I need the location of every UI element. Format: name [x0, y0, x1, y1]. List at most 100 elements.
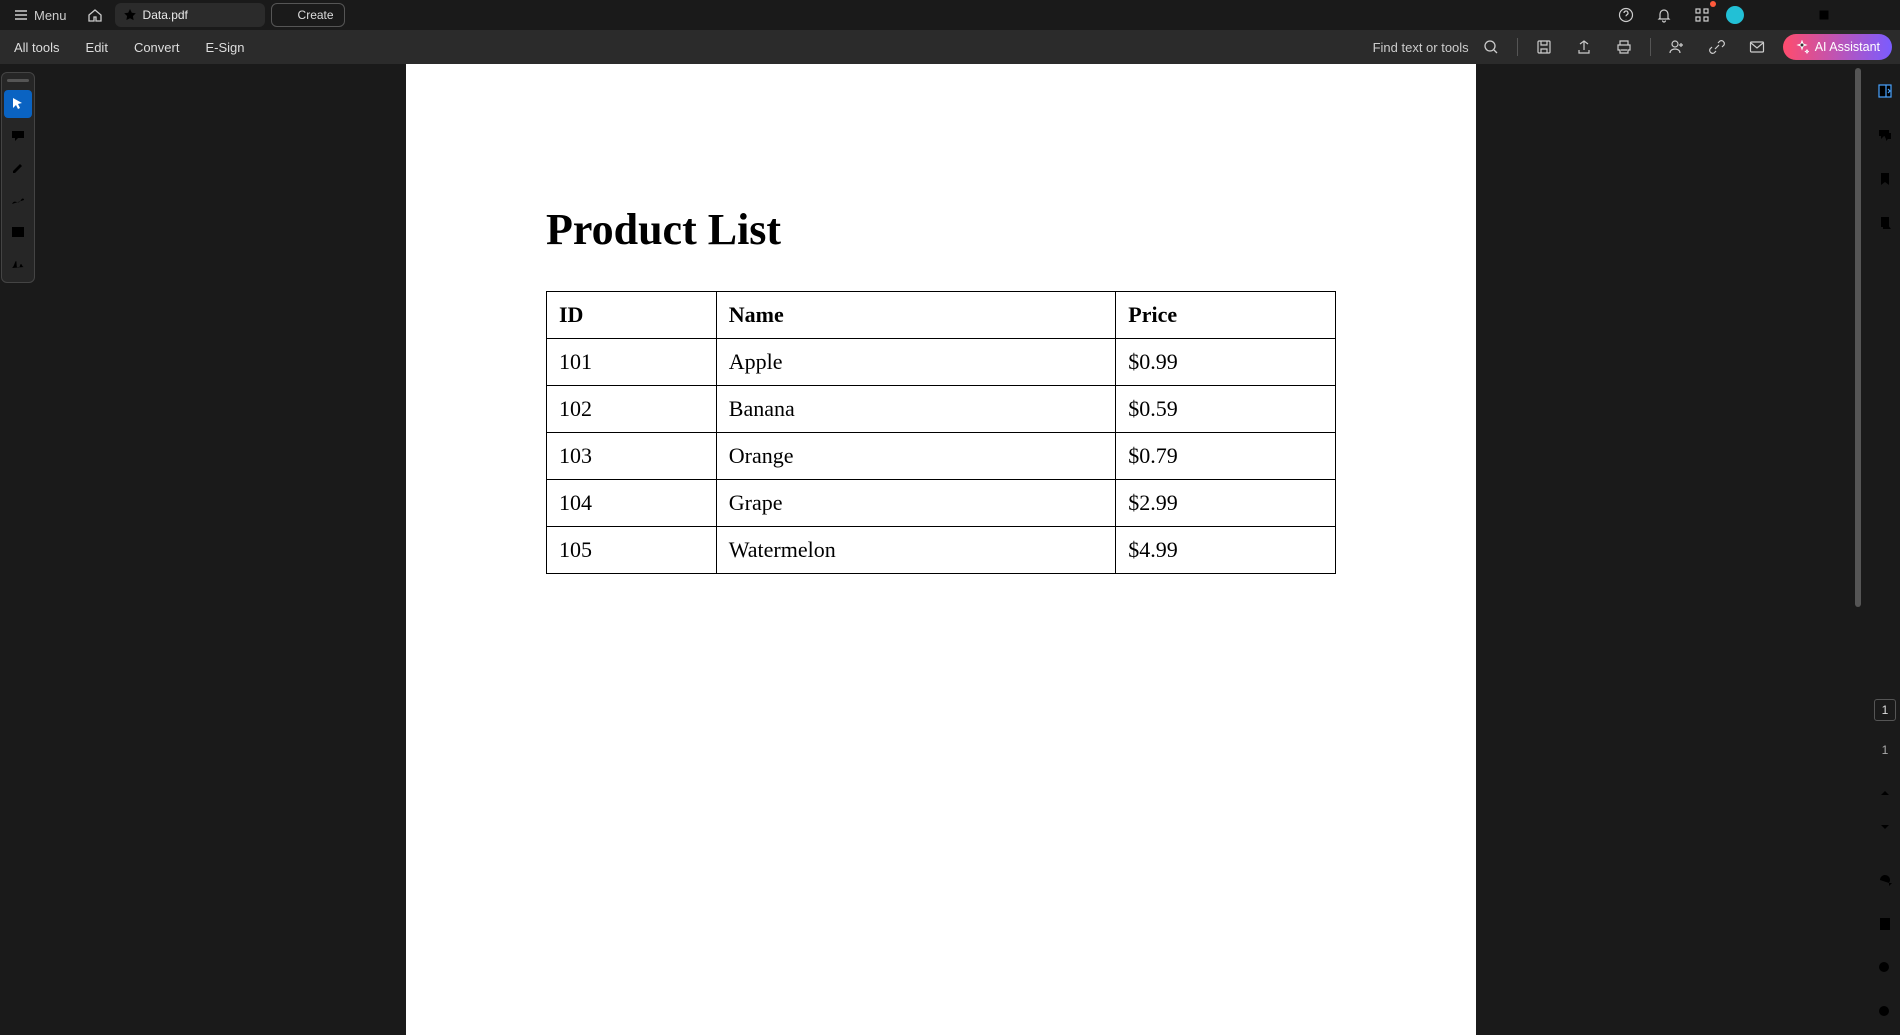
col-header-price: Price	[1116, 292, 1336, 339]
bell-icon	[1656, 7, 1672, 23]
cell-price: $0.59	[1116, 386, 1336, 433]
document-page: Product List ID Name Price 101Apple$0.99…	[406, 64, 1476, 1035]
avatar[interactable]	[1726, 6, 1744, 24]
window-minimize[interactable]	[1754, 1, 1794, 29]
notifications-button[interactable]	[1650, 1, 1678, 29]
cell-price: $2.99	[1116, 480, 1336, 527]
fit-page-icon	[1877, 916, 1893, 932]
draw-icon	[10, 192, 26, 208]
esign-button[interactable]: E-Sign	[199, 36, 250, 59]
cell-id: 105	[547, 527, 717, 574]
star-icon	[123, 8, 137, 22]
sign-tool[interactable]	[4, 250, 32, 278]
table-row: 105Watermelon$4.99	[547, 527, 1336, 574]
tab-close-button[interactable]	[246, 10, 257, 21]
window-maximize[interactable]	[1804, 1, 1844, 29]
cell-name: Apple	[716, 339, 1115, 386]
pages-icon	[1877, 215, 1893, 231]
edit-button[interactable]: Edit	[80, 36, 114, 59]
all-tools-button[interactable]: All tools	[8, 36, 66, 59]
cell-price: $0.79	[1116, 433, 1336, 480]
chevron-up-icon	[1879, 787, 1891, 799]
comments-panel-button[interactable]	[1872, 122, 1898, 148]
email-button[interactable]	[1743, 33, 1771, 61]
close-icon	[1868, 9, 1880, 21]
create-label: Create	[298, 8, 334, 22]
highlighter-icon	[10, 160, 26, 176]
bookmark-icon	[1877, 171, 1893, 187]
document-viewport[interactable]: Product List ID Name Price 101Apple$0.99…	[36, 64, 1846, 1035]
cell-name: Orange	[716, 433, 1115, 480]
viewport-scrollbar[interactable]	[1846, 64, 1870, 1035]
comment-tool[interactable]	[4, 122, 32, 150]
cursor-icon	[10, 96, 26, 112]
thumbnails-panel-button[interactable]	[1872, 210, 1898, 236]
user-plus-icon	[1669, 39, 1685, 55]
apps-button[interactable]	[1688, 1, 1716, 29]
scrollbar-thumb[interactable]	[1855, 68, 1861, 607]
link-icon	[1709, 39, 1725, 55]
cell-name: Banana	[716, 386, 1115, 433]
close-icon	[246, 10, 257, 21]
create-button[interactable]: Create	[271, 3, 345, 27]
fit-page-button[interactable]	[1872, 911, 1898, 937]
zoom-out-button[interactable]	[1872, 999, 1898, 1025]
highlight-tool[interactable]	[4, 154, 32, 182]
cell-name: Grape	[716, 480, 1115, 527]
tab-label: Data.pdf	[143, 8, 188, 22]
plus-icon	[282, 10, 293, 21]
page-up-button[interactable]	[1879, 785, 1891, 801]
panel-collapse-icon	[1877, 83, 1893, 99]
table-row: 104Grape$2.99	[547, 480, 1336, 527]
cell-name: Watermelon	[716, 527, 1115, 574]
cell-id: 104	[547, 480, 717, 527]
mail-icon	[1749, 39, 1765, 55]
draw-tool[interactable]	[4, 186, 32, 214]
apps-badge	[1710, 1, 1716, 7]
hamburger-icon	[14, 8, 28, 22]
window-close[interactable]	[1854, 1, 1894, 29]
left-tool-rail	[0, 64, 36, 1035]
sub-toolbar: All tools Edit Convert E-Sign Find text …	[0, 30, 1900, 64]
home-icon	[87, 7, 103, 23]
rotate-button[interactable]	[1872, 867, 1898, 893]
current-page: 1	[1882, 703, 1889, 717]
cell-id: 101	[547, 339, 717, 386]
search-label[interactable]: Find text or tools	[1373, 40, 1469, 55]
help-button[interactable]	[1612, 1, 1640, 29]
share-button[interactable]	[1570, 33, 1598, 61]
comment-icon	[10, 128, 26, 144]
help-icon	[1618, 7, 1634, 23]
menu-button[interactable]: Menu	[6, 4, 75, 27]
divider	[1517, 38, 1518, 56]
page-down-button[interactable]	[1879, 819, 1891, 835]
table-row: 101Apple$0.99	[547, 339, 1336, 386]
text-tool[interactable]	[4, 218, 32, 246]
panel-toggle-button[interactable]	[1872, 78, 1898, 104]
save-button[interactable]	[1530, 33, 1558, 61]
rail-drag-handle[interactable]	[7, 79, 29, 82]
work-area: Product List ID Name Price 101Apple$0.99…	[0, 64, 1900, 1035]
table-row: 102Banana$0.59	[547, 386, 1336, 433]
zoom-out-icon	[1877, 1004, 1893, 1020]
print-button[interactable]	[1610, 33, 1638, 61]
document-tab[interactable]: Data.pdf	[115, 3, 265, 27]
link-button[interactable]	[1703, 33, 1731, 61]
zoom-in-button[interactable]	[1872, 955, 1898, 981]
menu-label: Menu	[34, 8, 67, 23]
cell-id: 103	[547, 433, 717, 480]
ai-assistant-button[interactable]: AI Assistant	[1783, 34, 1892, 60]
text-box-icon	[10, 224, 26, 240]
cell-price: $0.99	[1116, 339, 1336, 386]
search-button[interactable]	[1477, 33, 1505, 61]
ai-assistant-label: AI Assistant	[1815, 40, 1880, 54]
convert-button[interactable]: Convert	[128, 36, 186, 59]
page-number-input[interactable]: 1	[1874, 699, 1896, 721]
request-signatures-button[interactable]	[1663, 33, 1691, 61]
col-header-id: ID	[547, 292, 717, 339]
home-button[interactable]	[81, 1, 109, 29]
col-header-name: Name	[716, 292, 1115, 339]
bookmarks-panel-button[interactable]	[1872, 166, 1898, 192]
select-tool[interactable]	[4, 90, 32, 118]
system-icons	[1612, 1, 1894, 29]
